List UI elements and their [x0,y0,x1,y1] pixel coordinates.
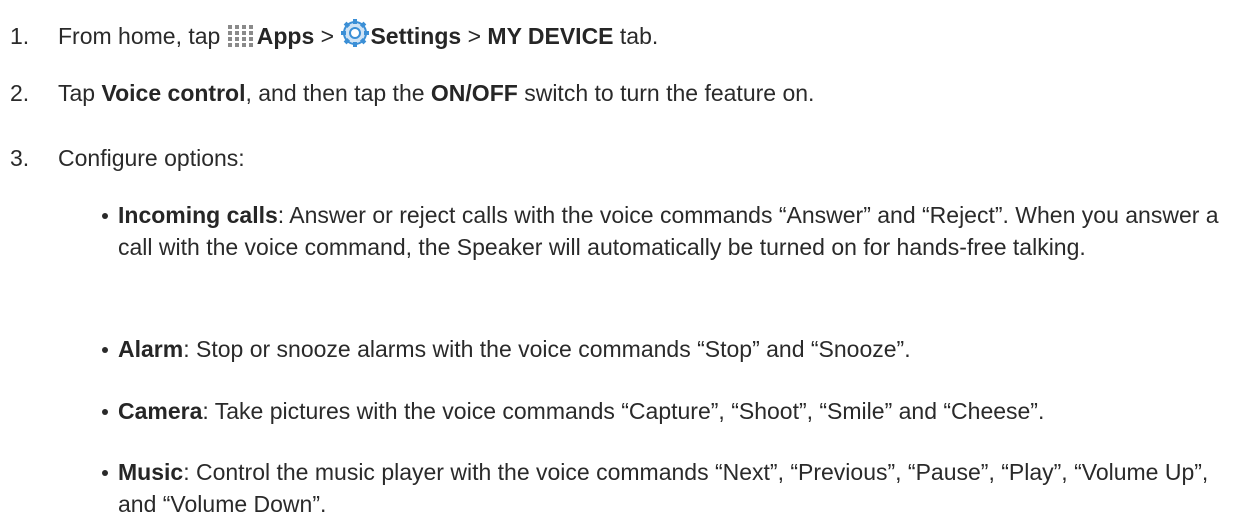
bullet-dot [102,470,108,476]
step-2: 2. Tap Voice control, and then tap the ON… [10,79,814,107]
settings-gear-icon [340,18,370,54]
option-description: : Stop or snooze alarms with the voice c… [183,336,911,362]
bullet-dot [102,213,108,219]
separator: > [467,23,482,49]
list-item-text: Alarm: Stop or snooze alarms with the vo… [118,334,1247,366]
step-text: , and then tap the [245,80,425,106]
separator: > [320,23,335,49]
option-term: Incoming calls [118,202,278,228]
step-3: 3. Configure options: [10,144,245,172]
step-number: 2. [10,80,30,106]
tab-label: MY DEVICE [487,23,614,49]
option-term: Alarm [118,336,184,362]
option-description: : Take pictures with the voice commands … [202,398,1045,424]
apps-label: Apps [256,23,315,49]
bullet-dot [102,347,108,353]
step-text: Configure options: [58,145,245,171]
step-text: From home, tap [58,23,221,49]
step-number: 3. [10,145,30,171]
list-item-text: Camera: Take pictures with the voice com… [118,396,1247,428]
on-off-label: ON/OFF [430,80,518,106]
list-item-text: Music: Control the music player with the… [118,457,1247,520]
step-text: tab. [619,23,659,49]
step-number: 1. [10,23,30,49]
option-description: : Answer or reject calls with the voice … [118,202,1219,260]
list-item-text: Incoming calls: Answer or reject calls w… [118,200,1247,263]
step-1: 1. From home, tap Apps > Settings > MY D… [10,18,658,54]
option-term: Music [118,459,184,485]
option-description: : Control the music player with the voic… [118,459,1209,517]
step-text: switch to turn the feature on. [524,80,815,106]
bullet-dot [102,409,108,415]
voice-control-label: Voice control [101,80,246,106]
step-text: Tap [58,80,96,106]
option-term: Camera [118,398,203,424]
apps-grid-icon [227,24,257,54]
settings-label: Settings [370,23,462,49]
